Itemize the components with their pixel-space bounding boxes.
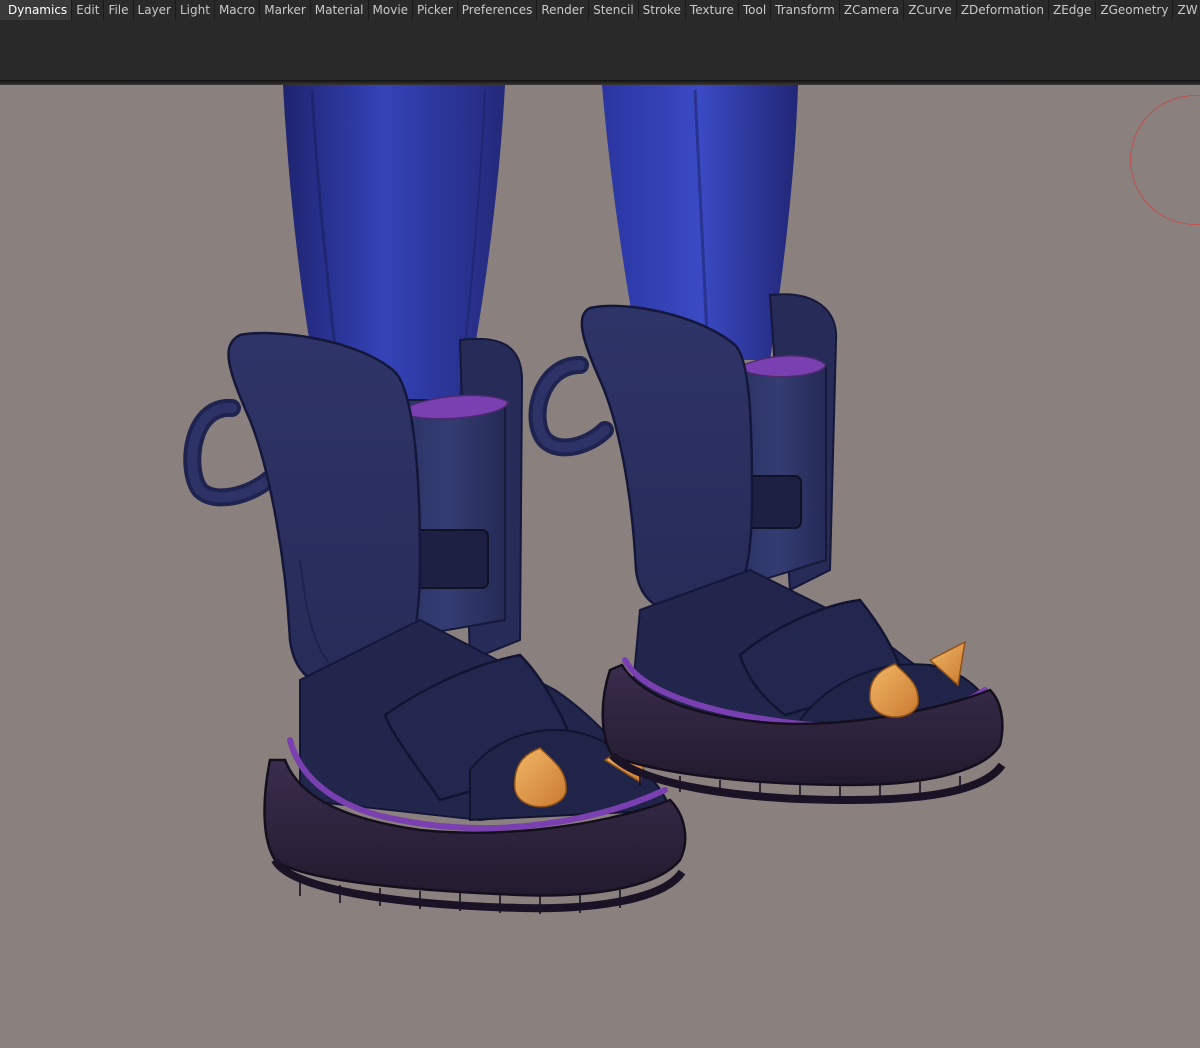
menu-file[interactable]: File (104, 0, 134, 20)
menu-zedge[interactable]: ZEdge (1049, 0, 1097, 20)
menu-zcurve[interactable]: ZCurve (904, 0, 957, 20)
right-boot (528, 293, 1006, 805)
menu-picker[interactable]: Picker (413, 0, 458, 20)
menu-movie[interactable]: Movie (369, 0, 414, 20)
top-toolbar-shelf (0, 20, 1200, 80)
menu-light[interactable]: Light (176, 0, 215, 20)
menu-preferences[interactable]: Preferences (458, 0, 538, 20)
menu-stencil[interactable]: Stencil (589, 0, 639, 20)
sculpt-model-boots[interactable] (0, 85, 1200, 1048)
canvas-viewport[interactable] (0, 85, 1200, 1048)
menu-render[interactable]: Render (537, 0, 590, 20)
main-menu-bar: Dynamics Edit File Layer Light Macro Marker Mat… (0, 0, 1200, 20)
menu-marker[interactable]: Marker (260, 0, 311, 20)
menu-dynamics[interactable]: Dynamics (0, 0, 73, 20)
menu-macro[interactable]: Macro (215, 0, 261, 20)
menu-transform[interactable]: Transform (771, 0, 840, 20)
menu-layer[interactable]: Layer (134, 0, 176, 20)
menu-zgeometry[interactable]: ZGeometry (1096, 0, 1174, 20)
menu-zdeformation[interactable]: ZDeformation (957, 0, 1049, 20)
menu-zw[interactable]: ZW (1173, 0, 1200, 20)
menu-zcamera[interactable]: ZCamera (840, 0, 905, 20)
menu-texture[interactable]: Texture (686, 0, 739, 20)
menu-edit[interactable]: Edit (72, 0, 105, 20)
zbrush-window: Dynamics Edit File Layer Light Macro Marker Mat… (0, 0, 1200, 1048)
menu-material[interactable]: Material (311, 0, 369, 20)
left-boot (183, 331, 687, 914)
menu-tool[interactable]: Tool (739, 0, 772, 20)
menu-stroke[interactable]: Stroke (639, 0, 686, 20)
